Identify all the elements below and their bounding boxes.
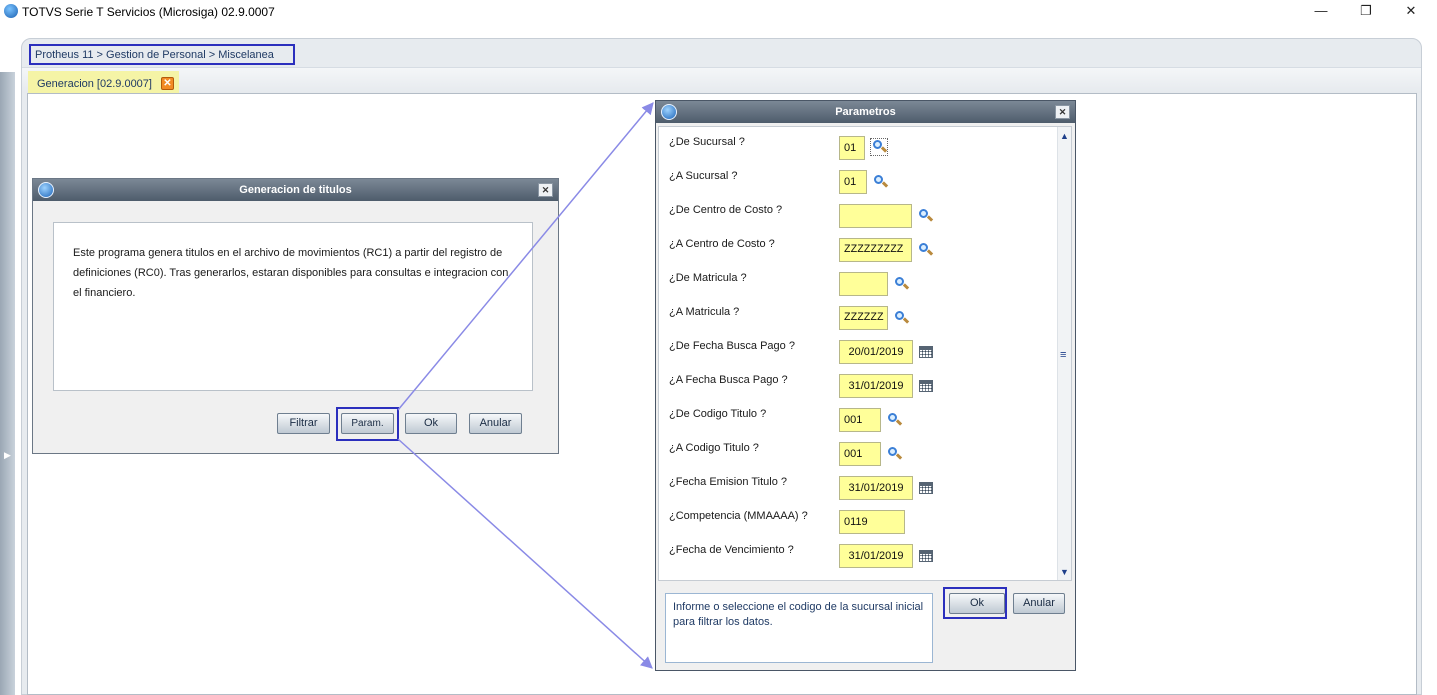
calendar-icon[interactable]: [919, 380, 933, 392]
ok-button[interactable]: Ok: [405, 413, 457, 434]
app-logo-icon: [38, 182, 54, 198]
description-box: Este programa genera titulos en el archi…: [53, 222, 533, 391]
param-input-a-codigo-titulo[interactable]: 001: [839, 442, 881, 466]
param-input-a-matricula[interactable]: ZZZZZZ: [839, 306, 888, 330]
dialog-titlebar: Parametros ✕: [656, 101, 1075, 123]
calendar-icon[interactable]: [919, 482, 933, 494]
param-label: ¿A Matricula ?: [669, 306, 740, 318]
anular-button[interactable]: Anular: [469, 413, 522, 434]
param-input-fecha-emision-titulo[interactable]: 31/01/2019: [839, 476, 913, 500]
app-logo-icon: [661, 104, 677, 120]
param-label: ¿De Fecha Busca Pago ?: [669, 340, 795, 352]
window-titlebar: TOTVS Serie T Servicios (Microsiga) 02.9…: [0, 0, 1437, 24]
param-input-de-sucursal[interactable]: 01: [839, 136, 865, 160]
param-input-fecha-vencimiento[interactable]: 31/01/2019: [839, 544, 913, 568]
dialog-title: Parametros: [835, 106, 896, 118]
param-input-de-matricula[interactable]: [839, 272, 888, 296]
param-label: ¿A Sucursal ?: [669, 170, 738, 182]
param-input-de-codigo-titulo[interactable]: 001: [839, 408, 881, 432]
vertical-scrollbar[interactable]: ▲ ≡ ▼: [1057, 127, 1071, 580]
help-text-box: Informe o seleccione el codigo de la suc…: [665, 593, 933, 663]
app-logo-icon: [4, 4, 18, 18]
tab-bar: [22, 67, 1421, 93]
minimize-button[interactable]: —: [1304, 2, 1338, 20]
search-icon[interactable]: [893, 276, 910, 292]
param-label: ¿A Centro de Costo ?: [669, 238, 775, 250]
close-icon[interactable]: ✕: [1055, 105, 1070, 119]
chevron-right-icon: ▶: [4, 450, 11, 460]
close-icon[interactable]: ✕: [538, 183, 553, 197]
param-input-de-centro-costo[interactable]: [839, 204, 912, 228]
param-anular-button[interactable]: Anular: [1013, 593, 1065, 614]
calendar-icon[interactable]: [919, 346, 933, 358]
param-label: ¿Fecha Emision Titulo ?: [669, 476, 787, 488]
param-label: ¿De Matricula ?: [669, 272, 747, 284]
param-button-highlight: [336, 407, 399, 441]
close-window-button[interactable]: ✕: [1394, 2, 1428, 20]
param-label: ¿De Centro de Costo ?: [669, 204, 783, 216]
calendar-icon[interactable]: [919, 550, 933, 562]
param-label: ¿A Codigo Titulo ?: [669, 442, 759, 454]
tab-close-icon[interactable]: ✕: [161, 77, 174, 90]
tab-label: Generacion [02.9.0007]: [37, 78, 152, 90]
search-icon[interactable]: [886, 412, 903, 428]
parameters-panel: ¿De Sucursal ? 01 ¿A Sucursal ? 01 ¿De C…: [658, 126, 1072, 581]
search-icon[interactable]: [917, 242, 934, 258]
scroll-down-icon[interactable]: ▼: [1060, 567, 1069, 577]
search-icon[interactable]: [893, 310, 910, 326]
search-icon[interactable]: [870, 138, 888, 156]
param-input-competencia[interactable]: 0119: [839, 510, 905, 534]
parametros-dialog: Parametros ✕ ¿De Sucursal ? 01 ¿A Sucurs…: [655, 100, 1076, 671]
param-label: ¿Competencia (MMAAAA) ?: [669, 510, 808, 522]
breadcrumb[interactable]: Protheus 11 > Gestion de Personal > Misc…: [29, 44, 295, 65]
scroll-thumb[interactable]: ≡: [1060, 349, 1066, 361]
param-input-a-centro-costo[interactable]: ZZZZZZZZZ: [839, 238, 912, 262]
description-text: Este programa genera titulos en el archi…: [73, 247, 509, 299]
param-ok-button-highlight: [943, 587, 1007, 619]
dialog-title: Generacion de titulos: [239, 184, 352, 196]
filtrar-button[interactable]: Filtrar: [277, 413, 330, 434]
dialog-titlebar: Generacion de titulos ✕: [33, 179, 558, 201]
scroll-up-icon[interactable]: ▲: [1060, 131, 1069, 141]
param-input-de-fecha-busca-pago[interactable]: 20/01/2019: [839, 340, 913, 364]
param-label: ¿A Fecha Busca Pago ?: [669, 374, 788, 386]
search-icon[interactable]: [872, 174, 889, 190]
search-icon[interactable]: [886, 446, 903, 462]
param-label: ¿De Codigo Titulo ?: [669, 408, 767, 420]
window-title: TOTVS Serie T Servicios (Microsiga) 02.9…: [22, 5, 275, 19]
param-input-a-sucursal[interactable]: 01: [839, 170, 867, 194]
param-input-a-fecha-busca-pago[interactable]: 31/01/2019: [839, 374, 913, 398]
side-panel-toggle[interactable]: ▶: [0, 72, 15, 695]
search-icon[interactable]: [917, 208, 934, 224]
generacion-dialog: Generacion de titulos ✕ Este programa ge…: [32, 178, 559, 454]
param-label: ¿Fecha de Vencimiento ?: [669, 544, 794, 556]
restore-button[interactable]: ❐: [1349, 2, 1383, 20]
param-label: ¿De Sucursal ?: [669, 136, 745, 148]
